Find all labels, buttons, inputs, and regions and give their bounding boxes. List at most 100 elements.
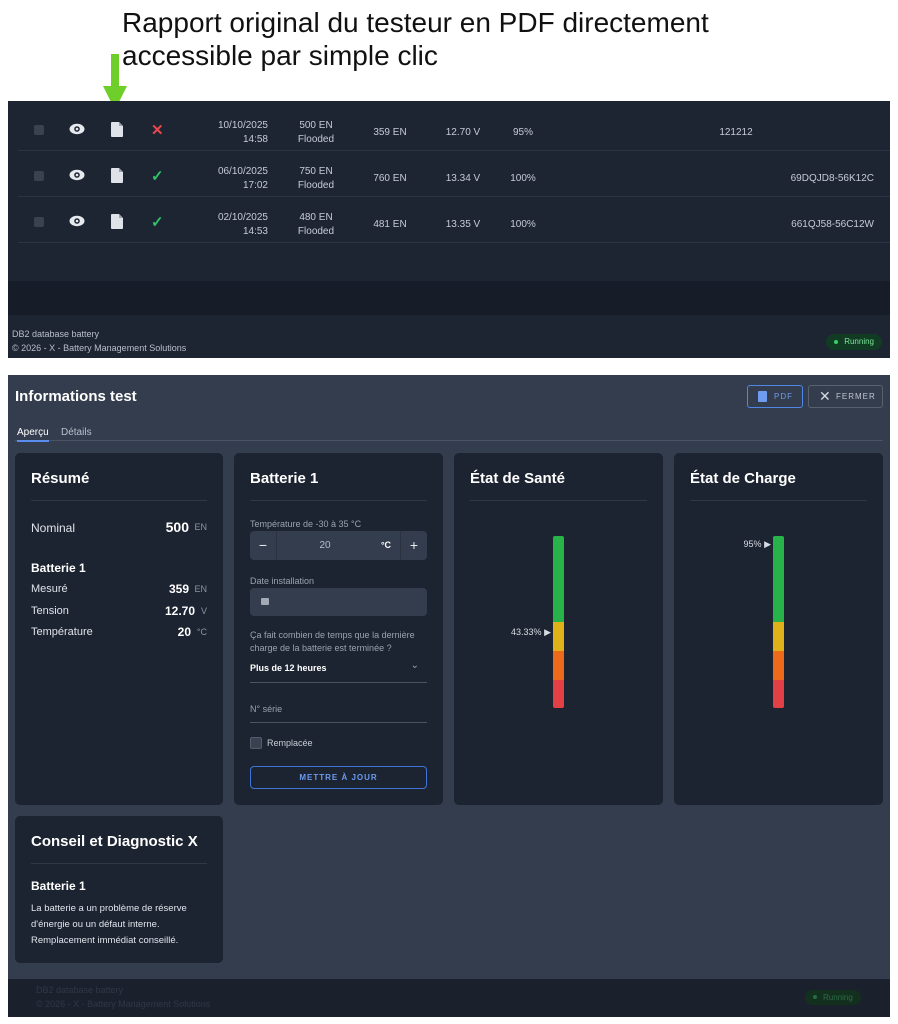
eye-icon[interactable] xyxy=(69,123,85,135)
soc-marker: 95% ▶ xyxy=(744,539,771,550)
nominal-value: 500 xyxy=(165,519,189,535)
pdf-file-icon xyxy=(758,391,767,402)
running-status-badge: Running xyxy=(805,990,861,1005)
dialog-tabs: Aperçu Détails xyxy=(15,427,883,442)
soh-value: 100% xyxy=(510,173,536,184)
table-row[interactable]: ✓ 02/10/2025 14:53 480 EN Flooded 481 EN 1… xyxy=(18,197,890,243)
tab-details[interactable]: Détails xyxy=(61,427,92,438)
voltage-value: 13.34 V xyxy=(445,173,481,184)
pdf-document-icon[interactable] xyxy=(111,122,123,137)
footer-app-name: DB2 database battery xyxy=(36,985,124,995)
row-checkbox[interactable] xyxy=(34,217,44,227)
running-status-badge: Running xyxy=(826,334,882,350)
test-list-screenshot: ✕ 10/10/2025 14:58 500 EN Flooded 359 EN 1… xyxy=(8,101,890,358)
status-fail-icon: ✕ xyxy=(151,122,164,139)
replaced-checkbox[interactable] xyxy=(250,737,262,749)
dialog-background-footer: DB2 database battery © 2026 - X - Batter… xyxy=(8,979,890,1017)
charge-time-select[interactable]: Plus de 12 heures ⌄ xyxy=(250,659,427,683)
eye-icon[interactable] xyxy=(69,215,85,227)
voltage-value: 12.70 xyxy=(164,604,195,618)
nominal-value: 750 EN Flooded xyxy=(297,166,335,191)
soh-gauge xyxy=(553,536,564,708)
temperature-input[interactable]: 20 xyxy=(277,531,373,560)
temperature-value: 20 xyxy=(177,625,191,639)
charge-time-value: Plus de 12 heures xyxy=(250,663,327,673)
footer-app-name: DB2 database battery xyxy=(12,329,100,339)
list-bottom-band xyxy=(8,281,890,315)
soc-gauge xyxy=(773,536,784,708)
soc-title: État de Charge xyxy=(690,470,796,487)
page: Rapport original du testeur en PDF direc… xyxy=(0,0,898,1024)
marker-arrow-icon: ▶ xyxy=(764,538,771,549)
install-date-input[interactable] xyxy=(250,588,427,616)
test-info-dialog: Informations test PDF ✕ FERMER Aperçu Dé… xyxy=(8,375,890,1017)
temperature-unit: °C xyxy=(380,540,392,550)
nominal-unit: EN xyxy=(194,522,207,532)
marker-arrow-icon: ▶ xyxy=(544,627,551,638)
state-of-charge-card: État de Charge 95% ▶ xyxy=(674,453,883,805)
battery-form-title: Batterie 1 xyxy=(250,470,319,487)
battery-form-card: Batterie 1 Température de -30 à 35 °C − … xyxy=(234,453,443,805)
calendar-icon[interactable] xyxy=(261,598,269,605)
divider xyxy=(250,500,427,501)
voltage-unit: V xyxy=(200,606,207,616)
footer-copyright: © 2026 - X - Battery Management Solution… xyxy=(36,999,211,1009)
test-datetime: 02/10/2025 14:53 xyxy=(217,212,268,237)
increment-button[interactable]: + xyxy=(400,531,427,560)
row-checkbox[interactable] xyxy=(34,125,44,135)
replaced-label: Remplacée xyxy=(267,738,313,748)
temperature-stepper: − 20 °C + xyxy=(250,531,427,560)
test-datetime: 06/10/2025 17:02 xyxy=(217,166,268,191)
decrement-button[interactable]: − xyxy=(250,531,277,560)
pdf-document-icon[interactable] xyxy=(111,214,123,229)
voltage-value: 13.35 V xyxy=(445,219,481,230)
divider xyxy=(690,500,867,501)
tab-apercu[interactable]: Aperçu xyxy=(17,427,49,442)
annotation-text: Rapport original du testeur en PDF direc… xyxy=(122,7,709,71)
divider xyxy=(31,500,207,501)
code-value: 121212 xyxy=(719,127,753,138)
advice-text: La batterie a un problème de réserve d'é… xyxy=(31,903,187,946)
divider xyxy=(470,500,647,501)
pdf-button[interactable]: PDF xyxy=(747,385,803,408)
close-button-label: FERMER xyxy=(836,392,876,401)
row-checkbox[interactable] xyxy=(34,171,44,181)
advice-card: Conseil et Diagnostic X Batterie 1 La ba… xyxy=(15,816,223,963)
status-ok-icon: ✓ xyxy=(151,214,164,231)
close-button[interactable]: ✕ FERMER xyxy=(808,385,883,408)
voltage-value: 12.70 V xyxy=(445,127,481,138)
summary-card: Résumé Nominal 500 EN Batterie 1 Mesuré … xyxy=(15,453,223,805)
temperature-label: Température xyxy=(31,626,93,638)
measured-label: Mesuré xyxy=(31,583,68,595)
dialog-title: Informations test xyxy=(15,388,137,405)
table-row[interactable]: ✓ 06/10/2025 17:02 750 EN Flooded 760 EN 1… xyxy=(18,151,890,197)
serial-value: 69DQJD8-56K12C xyxy=(790,173,874,184)
status-ok-icon: ✓ xyxy=(151,168,164,185)
battery-subheading: Batterie 1 xyxy=(31,561,86,575)
serial-value: 661QJ58-56C12W xyxy=(791,219,874,230)
test-datetime: 10/10/2025 14:58 xyxy=(217,120,268,145)
annotation-arrow-icon xyxy=(111,54,119,88)
serial-number-field[interactable]: N° série xyxy=(250,703,427,723)
pdf-button-label: PDF xyxy=(774,392,793,401)
nominal-value: 480 EN Flooded xyxy=(297,212,335,237)
eye-icon[interactable] xyxy=(69,169,85,181)
soh-title: État de Santé xyxy=(470,470,566,487)
voltage-label: Tension xyxy=(31,605,69,617)
state-of-health-card: État de Santé 43.33% ▶ xyxy=(454,453,663,805)
app-footer: DB2 database battery © 2026 - X - Batter… xyxy=(8,315,890,358)
nominal-label: Nominal xyxy=(31,521,76,535)
soh-value: 95% xyxy=(512,127,533,138)
measured-value: 481 EN xyxy=(373,219,407,230)
chevron-down-icon: ⌄ xyxy=(410,660,419,671)
measured-value: 359 EN xyxy=(373,127,407,138)
update-button[interactable]: METTRE À JOUR xyxy=(250,766,427,789)
soh-value: 100% xyxy=(510,219,536,230)
measured-unit: EN xyxy=(194,584,207,594)
advice-battery-label: Batterie 1 xyxy=(31,879,86,893)
pdf-document-icon[interactable] xyxy=(111,168,123,183)
measured-value: 760 EN xyxy=(373,173,407,184)
table-row[interactable]: ✕ 10/10/2025 14:58 500 EN Flooded 359 EN 1… xyxy=(18,105,890,151)
close-icon: ✕ xyxy=(819,388,832,404)
serial-number-label: N° série xyxy=(250,704,283,714)
